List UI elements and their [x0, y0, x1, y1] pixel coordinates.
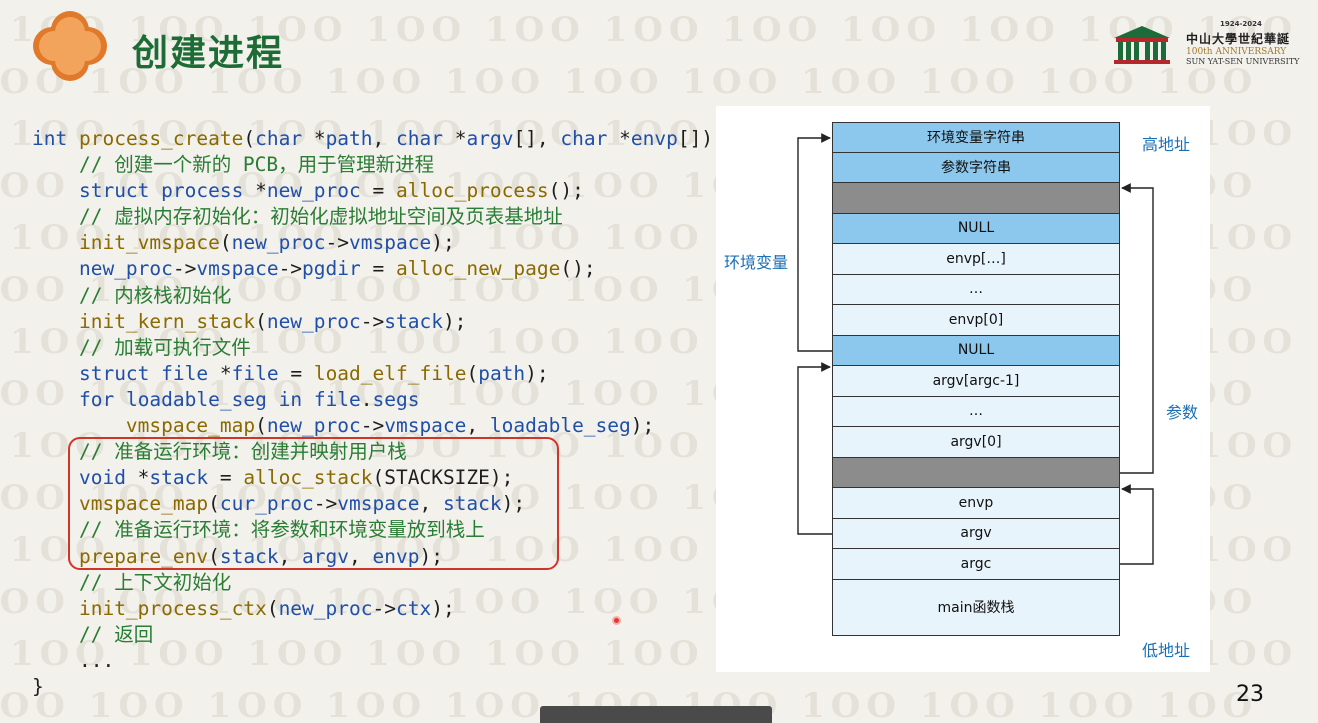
code-line: // 上下文初始化	[78, 570, 232, 594]
env-vars-label: 环境变量	[724, 253, 789, 272]
code-line: vmspace_map(new_proc->vmspace, loadable_…	[125, 414, 655, 438]
page-number: 23	[1236, 682, 1264, 707]
args-label: 参数	[1166, 403, 1199, 422]
arrow-envp-ptr	[797, 362, 832, 535]
slide: 1OO 1OO 1OO 1OO 1OO 1OO 1OO 1OO 1OO 1OO …	[0, 0, 1318, 723]
arrow-envp-to-env-string	[797, 133, 832, 352]
low-address-label: 低地址	[1142, 641, 1191, 660]
diagram-arrows	[797, 133, 1154, 565]
logo-university: SUN YAT-SEN UNIVERSITY	[1186, 57, 1300, 66]
code-line: struct file *file = load_elf_file(path);	[78, 361, 549, 385]
code-line: // 创建一个新的 PCB，用于管理新进程	[78, 153, 435, 177]
presentation-toolbar[interactable]	[540, 706, 772, 723]
code-line: // 虚拟内存初始化：初始化虚拟地址空间及页表基地址	[78, 205, 563, 229]
code-line: struct process *new_proc = alloc_process…	[78, 179, 584, 203]
code-line: // 加载可执行文件	[78, 335, 251, 359]
code-line: init_process_ctx(new_proc->ctx);	[78, 596, 455, 620]
code-line: // 内核栈初始化	[78, 283, 232, 307]
arrow-argv-to-arg-string	[1120, 183, 1154, 474]
high-address-label: 高地址	[1142, 135, 1191, 154]
code-line: ...	[32, 648, 115, 672]
code-line: init_vmspace(new_proc->vmspace);	[78, 231, 455, 255]
title-badge-icon	[33, 11, 107, 81]
arrow-argv-ptr	[1120, 484, 1154, 565]
code-line: int process_create(char *path, char *arg…	[32, 127, 737, 150]
code-block: int process_create(char *path, char *arg…	[32, 126, 737, 700]
slide-title: 创建进程	[132, 33, 285, 74]
logo-years: 1924-2024	[1220, 20, 1262, 28]
code-line: // 返回	[78, 622, 154, 646]
highlight-box	[68, 437, 559, 570]
code-line: new_proc->vmspace->pgdir = alloc_new_pag…	[78, 257, 596, 281]
logo-anniversary: 100th ANNIVERSARY	[1186, 47, 1287, 57]
code-line: for loadable_seg in file.segs	[78, 387, 420, 411]
code-line: }	[32, 674, 44, 698]
code-line: init_kern_stack(new_proc->stack);	[78, 309, 467, 333]
logo-name-cn: 中山大學世紀華誕	[1186, 32, 1291, 46]
laser-pointer	[612, 616, 621, 625]
